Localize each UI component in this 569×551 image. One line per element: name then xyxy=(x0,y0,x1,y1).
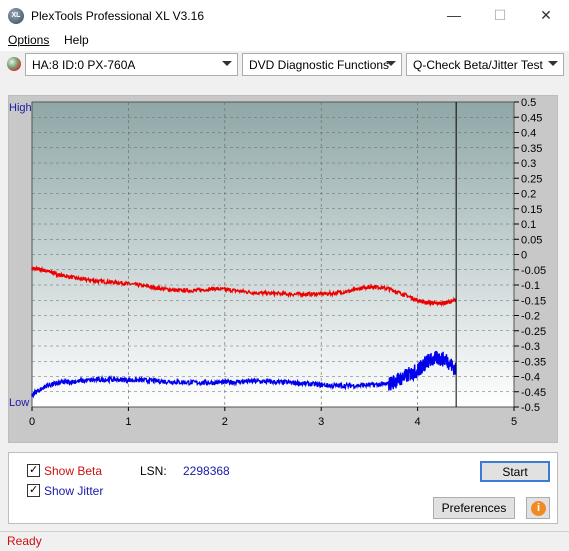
y-tick-label: 0.5 xyxy=(521,97,536,109)
start-button[interactable]: Start xyxy=(480,461,550,482)
chevron-down-icon xyxy=(548,61,558,66)
y-tick-label: -0.35 xyxy=(521,356,546,368)
y-tick-label: 0.3 xyxy=(521,158,536,170)
chevron-down-icon xyxy=(222,61,232,66)
minimize-button[interactable]: — xyxy=(431,0,477,31)
preferences-button[interactable]: Preferences xyxy=(433,497,515,519)
menu-help[interactable]: Help xyxy=(64,33,89,47)
x-tick-label: 5 xyxy=(511,416,517,428)
y-tick-label: 0.05 xyxy=(521,234,542,246)
show-beta-checkbox[interactable] xyxy=(27,463,40,477)
chevron-down-icon xyxy=(386,61,396,66)
x-tick-label: 2 xyxy=(222,416,228,428)
function-select-value: DVD Diagnostic Functions xyxy=(249,58,390,72)
maximize-button[interactable]: ☐ xyxy=(477,0,523,31)
menu-options[interactable]: Options xyxy=(8,33,49,47)
y-tick-label: 0.35 xyxy=(521,143,542,155)
y-tick-label: -0.1 xyxy=(521,280,540,292)
x-tick-label: 1 xyxy=(125,416,131,428)
high-label: High xyxy=(9,102,32,114)
y-tick-label: 0.25 xyxy=(521,173,542,185)
y-tick-label: 0.4 xyxy=(521,128,536,140)
y-tick-label: 0.2 xyxy=(521,189,536,201)
function-select[interactable]: DVD Diagnostic Functions xyxy=(242,53,402,76)
drive-select[interactable]: HA:8 ID:0 PX-760A xyxy=(25,53,238,76)
window-title: PlexTools Professional XL V3.16 xyxy=(31,9,204,23)
y-tick-label: -0.3 xyxy=(521,341,540,353)
lsn-value: 2298368 xyxy=(183,464,230,478)
y-tick-label: -0.2 xyxy=(521,311,540,323)
y-tick-label: 0.45 xyxy=(521,112,542,124)
test-select-value: Q-Check Beta/Jitter Test xyxy=(413,58,543,72)
x-tick-label: 4 xyxy=(415,416,421,428)
y-tick-label: -0.5 xyxy=(521,402,540,414)
lsn-label: LSN: xyxy=(140,464,167,478)
x-tick-label: 3 xyxy=(318,416,324,428)
close-button[interactable]: ✕ xyxy=(523,0,569,31)
status-text: Ready xyxy=(7,534,42,548)
drive-select-value: HA:8 ID:0 PX-760A xyxy=(32,58,136,72)
y-tick-label: 0 xyxy=(521,250,527,262)
y-tick-label: -0.25 xyxy=(521,326,546,338)
chart-panel: 0 1 2 3 4 5 0.5 0.45 0.4 0.35 0.3 0.25 0.2 0.15 0.1 0.0… xyxy=(8,95,558,443)
beta-jitter-chart: 0 1 2 3 4 5 0.5 0.45 0.4 0.35 0.3 0.25 0.2 0.15 0.1 0.0… xyxy=(9,97,546,428)
low-label: Low xyxy=(9,397,29,409)
x-tick-label: 0 xyxy=(29,416,35,428)
y-tick-label: -0.45 xyxy=(521,387,546,399)
info-button[interactable]: i xyxy=(526,497,550,519)
y-tick-label: 0.15 xyxy=(521,204,542,216)
app-icon: XL xyxy=(8,8,24,24)
y-tick-label: -0.15 xyxy=(521,295,546,307)
show-jitter-checkbox[interactable] xyxy=(27,483,40,497)
title-bar: XL PlexTools Professional XL V3.16 — ☐ ✕ xyxy=(0,0,569,31)
status-bar: Ready xyxy=(0,531,569,551)
y-tick-label: -0.4 xyxy=(521,372,540,384)
drive-disc-icon xyxy=(7,57,21,71)
show-jitter-label[interactable]: Show Jitter xyxy=(44,484,103,498)
test-select[interactable]: Q-Check Beta/Jitter Test xyxy=(406,53,564,76)
show-beta-label[interactable]: Show Beta xyxy=(44,464,102,478)
y-tick-label: -0.05 xyxy=(521,265,546,277)
info-icon: i xyxy=(531,501,546,516)
y-tick-label: 0.1 xyxy=(521,219,536,231)
